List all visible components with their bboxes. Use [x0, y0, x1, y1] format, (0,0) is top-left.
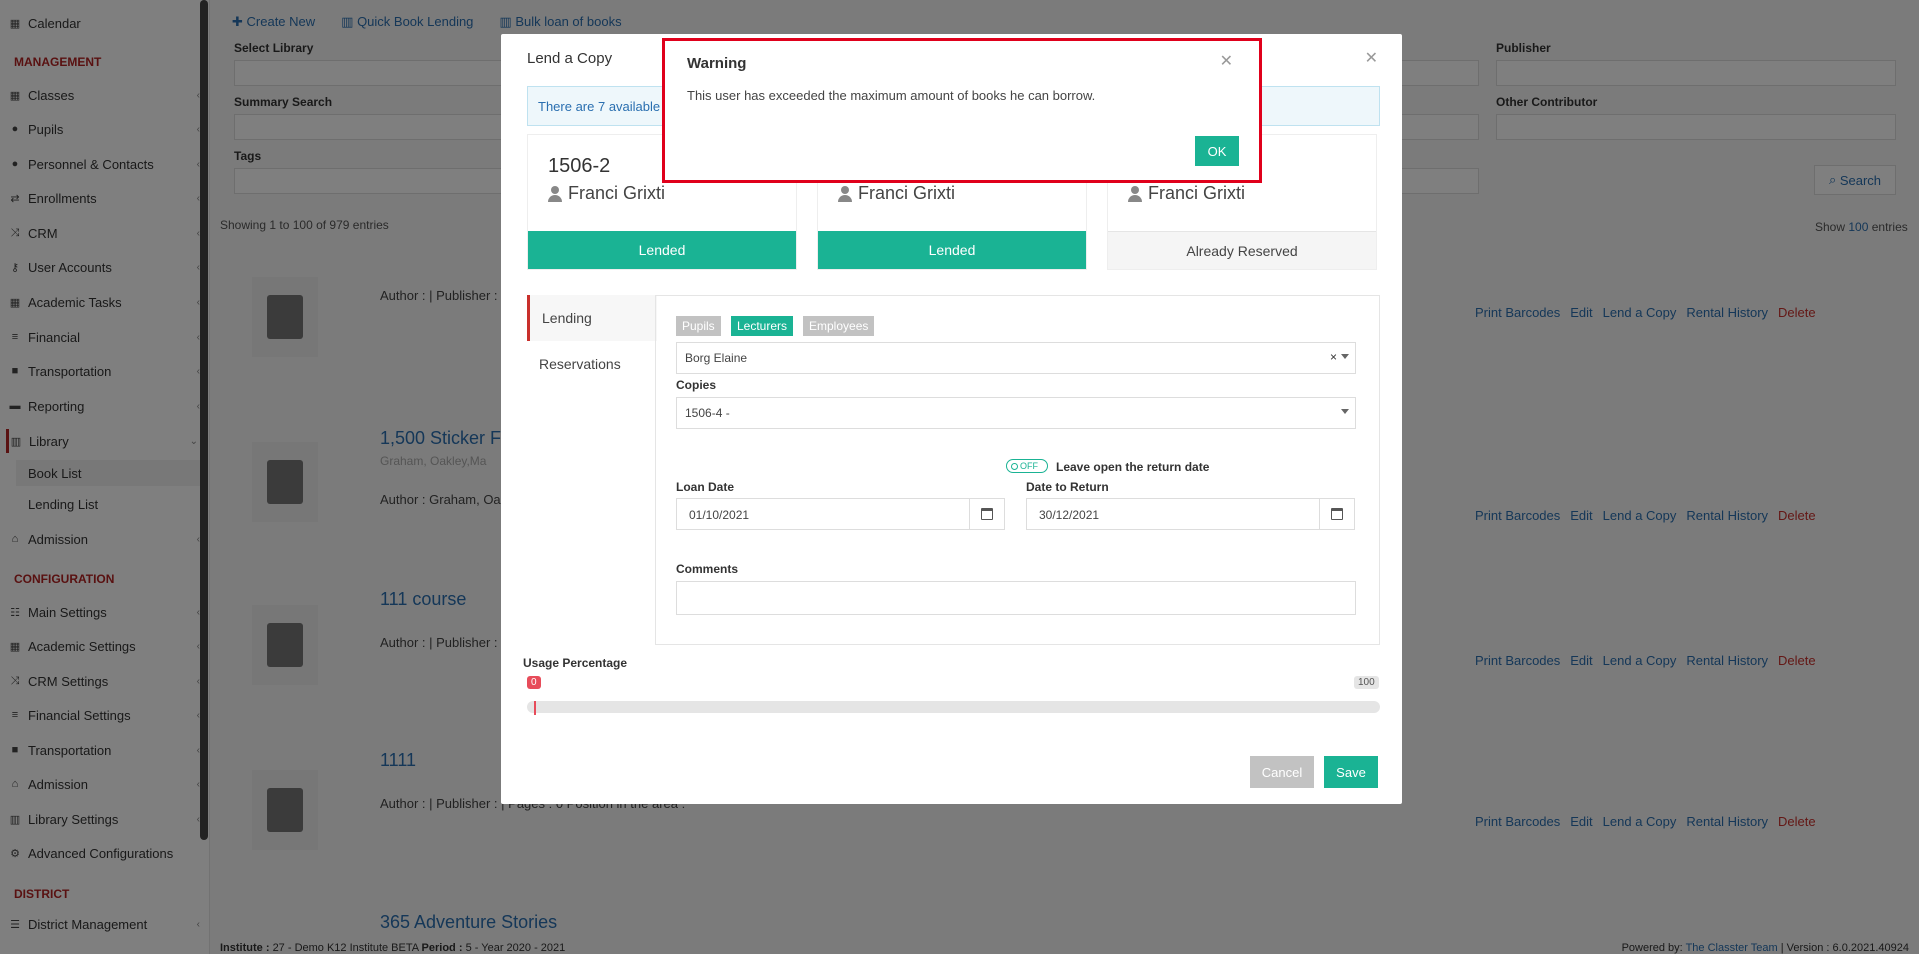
save-button[interactable]: Save	[1324, 756, 1378, 788]
modal-title: Lend a Copy	[527, 50, 613, 67]
usage-slider[interactable]	[527, 701, 1380, 713]
usage-percentage-label: Usage Percentage	[523, 656, 628, 670]
copy-user: Franci Grixti	[838, 183, 955, 204]
warning-title: Warning	[687, 55, 747, 72]
tab-reservations[interactable]: Reservations	[527, 341, 657, 387]
calendar-icon	[1331, 508, 1343, 520]
copy-user: Franci Grixti	[548, 183, 665, 204]
tab-lending[interactable]: Lending	[527, 295, 657, 341]
chevron-down-icon	[1341, 354, 1349, 359]
leave-open-toggle[interactable]: OFF	[1006, 459, 1048, 473]
status-badge: Lended	[818, 231, 1086, 269]
copy-code: 1506-2	[548, 155, 611, 177]
copies-label: Copies	[676, 378, 717, 392]
user-icon	[838, 185, 852, 202]
toggle-state: OFF	[1020, 461, 1038, 471]
status-badge: Already Reserved	[1108, 231, 1376, 269]
warning-dialog: Warning ✕ This user has exceeded the max…	[662, 38, 1262, 183]
copy-user: Franci Grixti	[1128, 183, 1245, 204]
toggle-knob	[1011, 462, 1018, 470]
user-icon	[1128, 185, 1142, 202]
cancel-button[interactable]: Cancel	[1250, 756, 1314, 788]
slider-min-value: 0	[527, 676, 541, 689]
copies-select-value: 1506-4 -	[685, 406, 730, 420]
comments-label: Comments	[676, 562, 739, 576]
return-date-calendar-button[interactable]	[1319, 498, 1355, 530]
employees-chip[interactable]: Employees	[803, 316, 875, 336]
close-icon[interactable]: ✕	[1220, 51, 1233, 71]
copy-user-name: Franci Grixti	[1148, 183, 1246, 203]
slider-max-value: 100	[1354, 676, 1379, 689]
return-date-label: Date to Return	[1026, 480, 1109, 494]
loan-date-input[interactable]: 01/10/2021	[676, 498, 970, 530]
user-icon	[548, 185, 562, 202]
lecturers-chip[interactable]: Lecturers	[731, 316, 794, 336]
loan-date-calendar-button[interactable]	[969, 498, 1005, 530]
modal-tabs: Lending Reservations	[527, 295, 657, 387]
lending-panel: Pupils Lecturers Employees Borg Elaine ×…	[655, 295, 1380, 645]
warning-message: This user has exceeded the maximum amoun…	[687, 88, 1096, 103]
chevron-down-icon	[1341, 409, 1349, 414]
user-select[interactable]: Borg Elaine ×	[676, 342, 1356, 374]
comments-input[interactable]	[676, 581, 1356, 615]
usage-slider-handle[interactable]	[534, 701, 536, 715]
clear-icon[interactable]: ×	[1330, 350, 1337, 364]
ok-button[interactable]: OK	[1195, 136, 1239, 166]
copies-select[interactable]: 1506-4 -	[676, 397, 1356, 429]
copy-user-name: Franci Grixti	[858, 183, 956, 203]
pupils-chip[interactable]: Pupils	[676, 316, 721, 336]
user-select-value: Borg Elaine	[685, 351, 748, 365]
leave-open-label: Leave open the return date	[1056, 460, 1210, 474]
loan-date-label: Loan Date	[676, 480, 735, 494]
calendar-icon	[981, 508, 993, 520]
copy-user-name: Franci Grixti	[568, 183, 666, 203]
status-badge: Lended	[528, 231, 796, 269]
return-date-input[interactable]: 30/12/2021	[1026, 498, 1320, 530]
close-icon[interactable]: ✕	[1365, 48, 1378, 68]
